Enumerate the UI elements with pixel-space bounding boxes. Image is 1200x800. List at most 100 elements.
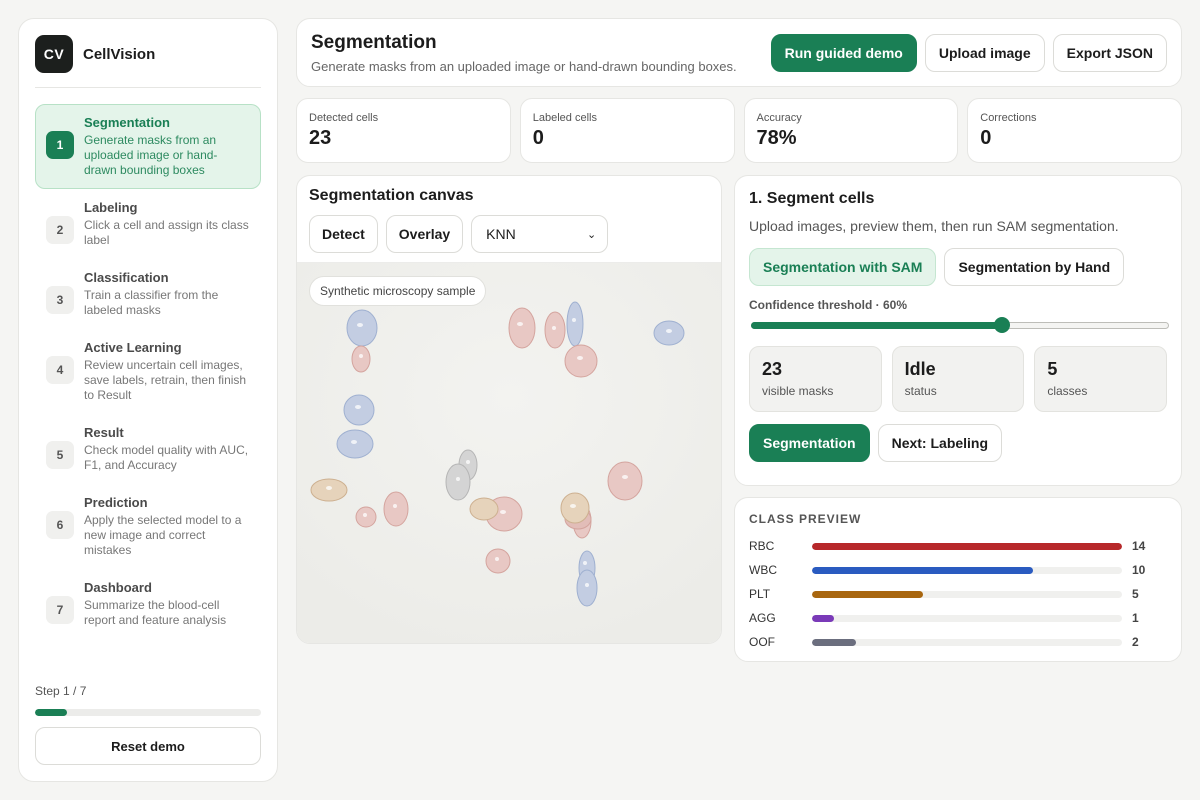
step-title: Result — [84, 425, 124, 440]
overlay-button[interactable]: Overlay — [385, 215, 464, 253]
cell-mask[interactable] — [560, 492, 590, 524]
confidence-threshold-slider[interactable] — [751, 317, 1169, 333]
cell-mask[interactable] — [355, 506, 377, 528]
cell-mask[interactable] — [485, 548, 511, 574]
status-card: Idle status — [891, 346, 1025, 412]
cell-mask[interactable] — [566, 301, 584, 347]
stat-corrections: Corrections 0 — [967, 98, 1182, 163]
class-bar — [812, 638, 857, 646]
class-row-wbc: WBC 10 — [749, 558, 1167, 582]
section-title: 1. Segment cells — [749, 190, 875, 207]
stat-label: Corrections — [980, 112, 1037, 124]
cell-mask[interactable] — [346, 309, 378, 347]
reset-demo-button[interactable]: Reset demo — [35, 727, 261, 765]
class-bar-track — [812, 566, 1122, 574]
step-description: Check model quality with AUC, F1, and Ac… — [84, 443, 249, 472]
stat-labeled-cells: Labeled cells 0 — [519, 98, 735, 163]
class-count: 10 — [1132, 563, 1146, 577]
classes-card: 5 classes — [1034, 346, 1168, 412]
step-title: Labeling — [84, 200, 138, 215]
cell-mask[interactable] — [607, 461, 643, 501]
cell-mask[interactable] — [564, 344, 598, 378]
segmentation-step-button[interactable]: Segmentation — [749, 424, 870, 462]
class-row-rbc: RBC 14 — [749, 534, 1167, 558]
visible-masks-card: 23 visible masks — [749, 346, 882, 412]
step-title: Prediction — [84, 495, 148, 510]
cell-mask[interactable] — [336, 429, 374, 459]
class-row-plt: PLT 5 — [749, 582, 1167, 606]
step-description: Train a classifier from the labeled mask… — [84, 288, 219, 317]
step-description: Review uncertain cell images, save label… — [84, 358, 247, 402]
segmentation-by-hand-button[interactable]: Segmentation by Hand — [944, 248, 1125, 286]
step-labeling[interactable]: 2 Labeling Click a cell and assign its cl… — [35, 189, 261, 259]
step-result[interactable]: 5 Result Check model quality with AUC, F1… — [35, 414, 261, 484]
step-counter: Step 1 / 7 — [35, 684, 87, 698]
class-name: PLT — [749, 587, 771, 601]
mini-label: classes — [1047, 384, 1088, 398]
detect-button[interactable]: Detect — [309, 215, 378, 253]
class-row-oof: OOF 2 — [749, 630, 1167, 654]
class-bar — [812, 614, 835, 622]
class-preview-heading: CLASS PREVIEW — [749, 512, 862, 526]
step-dashboard[interactable]: 7 Dashboard Summarize the blood-cell repo… — [35, 569, 261, 639]
step-description: Generate masks from an uploaded image or… — [84, 133, 218, 177]
stat-accuracy: Accuracy 78% — [743, 98, 959, 163]
cell-mask[interactable] — [445, 463, 471, 501]
step-description: Summarize the blood-cell report and feat… — [84, 598, 227, 627]
slider-thumb[interactable] — [993, 317, 1010, 333]
sample-label: Synthetic microscopy sample — [309, 276, 487, 306]
class-bar-track — [812, 542, 1122, 550]
step-number: 1 — [46, 131, 74, 159]
section-subtitle: Upload images, preview them, then run SA… — [749, 218, 1119, 234]
class-count: 14 — [1132, 539, 1146, 553]
step-prediction[interactable]: 6 Prediction Apply the selected model to … — [35, 484, 261, 569]
cell-mask[interactable] — [544, 311, 566, 349]
segmentation-with-sam-button[interactable]: Segmentation with SAM — [749, 248, 937, 286]
class-bar-track — [812, 638, 1122, 646]
class-name: OOF — [749, 635, 775, 649]
export-json-button[interactable]: Export JSON — [1052, 33, 1167, 72]
cell-mask[interactable] — [383, 491, 409, 527]
brand-logo: CV — [35, 35, 73, 73]
cell-mask[interactable] — [576, 569, 598, 607]
mini-label: status — [904, 384, 937, 398]
divider — [35, 87, 261, 88]
sidebar-footer: Step 1 / 7 Reset demo — [35, 684, 261, 765]
cell-mask[interactable] — [469, 497, 499, 521]
class-name: RBC — [749, 539, 775, 553]
step-title: Classification — [84, 270, 169, 285]
mini-value: Idle — [904, 359, 936, 379]
stat-value: 0 — [532, 127, 544, 149]
class-count: 5 — [1132, 587, 1139, 601]
step-segmentation[interactable]: 1 Segmentation Generate masks from an upl… — [35, 104, 261, 189]
step-active-learning[interactable]: 4 Active Learning Review uncertain cell i… — [35, 329, 261, 414]
class-bar — [812, 590, 923, 598]
model-select[interactable]: KNN ⌄ — [471, 215, 609, 253]
upload-image-button[interactable]: Upload image — [924, 33, 1045, 72]
segment-cells-panel: 1. Segment cells Upload images, preview … — [734, 175, 1182, 486]
step-number: 5 — [46, 441, 74, 469]
canvas-title: Segmentation canvas — [309, 187, 474, 204]
stat-label: Labeled cells — [532, 112, 597, 124]
cell-mask[interactable] — [508, 307, 536, 349]
stat-detected-cells: Detected cells 23 — [296, 98, 511, 163]
step-classification[interactable]: 3 Classification Train a classifier from … — [35, 259, 261, 329]
mini-value: 5 — [1047, 359, 1058, 379]
stat-value: 0 — [980, 127, 992, 149]
brand-name: CellVision — [83, 45, 156, 63]
next-labeling-button[interactable]: Next: Labeling — [877, 424, 1003, 462]
confidence-threshold-label: Confidence threshold · 60% — [749, 298, 908, 312]
stat-value: 78% — [756, 127, 797, 149]
step-title: Active Learning — [84, 340, 182, 355]
step-title: Dashboard — [84, 580, 152, 595]
class-count: 1 — [1132, 611, 1139, 625]
class-count: 2 — [1132, 635, 1139, 649]
cell-mask[interactable] — [351, 345, 371, 373]
step-number: 3 — [46, 286, 74, 314]
segmentation-canvas-panel: Segmentation canvas Detect Overlay KNN ⌄ — [296, 175, 722, 644]
sidebar: CV CellVision 1 Segmentation Generate mas… — [18, 18, 278, 782]
microscopy-canvas[interactable]: Synthetic microscopy sample — [297, 263, 721, 643]
run-guided-demo-button[interactable]: Run guided demo — [770, 33, 917, 72]
cell-mask[interactable] — [343, 394, 375, 426]
model-select-value: KNN — [486, 226, 516, 242]
